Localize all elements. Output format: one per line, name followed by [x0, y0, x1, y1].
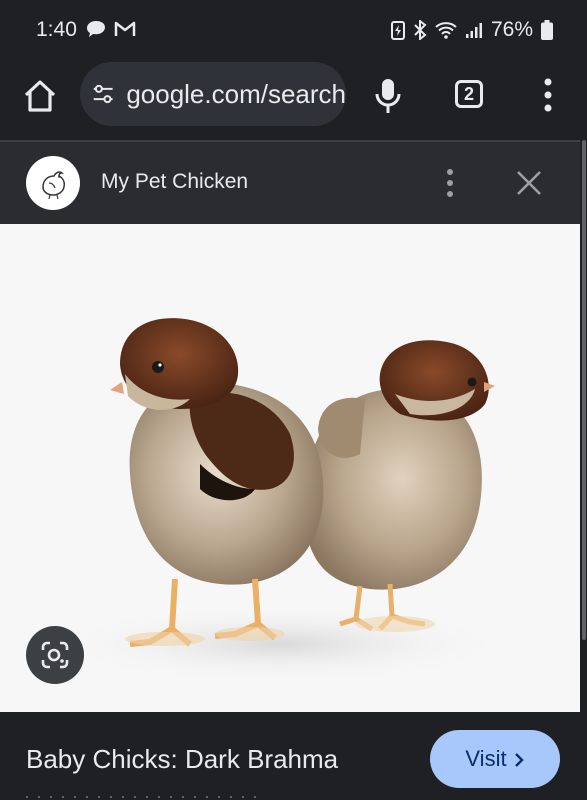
more-options-icon[interactable] [538, 78, 558, 112]
google-lens-icon [41, 641, 69, 669]
address-bar[interactable]: google.com/search [80, 62, 346, 126]
battery-saver-icon [390, 21, 405, 40]
chat-bubble-icon [87, 21, 105, 37]
chicken-logo-icon [42, 171, 65, 200]
right-chick [304, 340, 495, 632]
battery-percent: 76% [490, 18, 533, 41]
status-time: 1:40 [36, 18, 77, 41]
result-footer: Baby Chicks: Dark Brahma Visit [0, 712, 587, 800]
visit-button[interactable]: Visit [430, 730, 560, 788]
notification-icons [86, 20, 136, 38]
status-right: 76% [390, 18, 553, 42]
browser-toolbar: google.com/search 2 [0, 60, 587, 140]
lens-search-button[interactable] [26, 626, 84, 684]
wifi-icon [435, 22, 457, 39]
bluetooth-icon [414, 20, 427, 40]
url-text: google.com/search [126, 78, 346, 109]
chevron-right-icon [514, 753, 524, 767]
truncated-text-fragment [26, 796, 256, 798]
scrollbar-thumb[interactable] [582, 140, 586, 640]
tab-count: 2 [463, 83, 474, 104]
battery-icon [541, 20, 553, 40]
result-title[interactable]: Baby Chicks: Dark Brahma [26, 744, 338, 775]
site-favicon [26, 156, 80, 210]
close-icon[interactable] [514, 168, 544, 198]
status-bar: 1:40 76% [0, 0, 587, 60]
image-viewer-header: My Pet Chicken [0, 140, 580, 224]
tab-switcher-button[interactable]: 2 [455, 80, 483, 108]
microphone-icon[interactable] [374, 78, 402, 114]
chicks-photo [50, 318, 510, 684]
signal-icon [465, 23, 482, 38]
visit-label: Visit [465, 746, 507, 771]
sheet-more-options-icon[interactable] [440, 168, 460, 198]
result-image[interactable] [0, 224, 580, 712]
gmail-icon [114, 21, 136, 36]
left-chick [110, 318, 324, 647]
home-icon[interactable] [22, 78, 58, 114]
site-name[interactable]: My Pet Chicken [101, 170, 248, 194]
site-settings-icon[interactable] [92, 81, 114, 107]
